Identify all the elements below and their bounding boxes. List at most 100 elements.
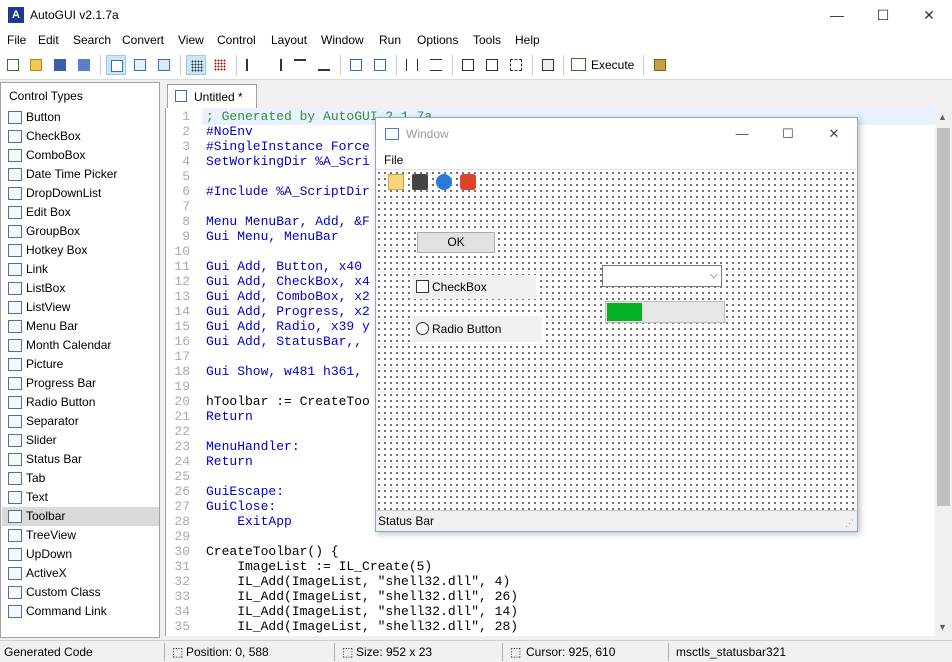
control-type-item[interactable]: Text (2, 488, 159, 507)
space-horizontally-icon[interactable] (402, 55, 422, 75)
preview-menu-file[interactable]: File (384, 153, 403, 167)
scroll-down-icon[interactable]: ▼ (938, 622, 947, 632)
status-size-icon: ⬚ (342, 645, 354, 659)
power-icon[interactable] (460, 174, 476, 190)
control-type-item[interactable]: Progress Bar (2, 374, 159, 393)
line-number: 2 (182, 124, 190, 139)
control-type-item[interactable]: Picture (2, 355, 159, 374)
resize-grip-icon[interactable]: ⋰ (845, 518, 854, 529)
preview-maximize-button[interactable]: ☐ (765, 118, 811, 150)
make-same-size-icon[interactable] (506, 55, 526, 75)
line-number: 18 (174, 364, 190, 379)
document-icon (175, 90, 187, 102)
menu-edit[interactable]: Edit (38, 33, 59, 47)
menu-run[interactable]: Run (379, 33, 401, 47)
tab-untitled[interactable]: Untitled * (167, 84, 257, 108)
menu-convert[interactable]: Convert (122, 33, 164, 47)
settings-icon[interactable] (650, 55, 670, 75)
space-vertically-icon[interactable] (426, 55, 446, 75)
scroll-up-icon[interactable]: ▲ (938, 112, 947, 122)
make-same-height-icon[interactable] (482, 55, 502, 75)
execute-button[interactable]: Execute (569, 55, 635, 75)
line-number: 12 (174, 274, 190, 289)
preview-client-area[interactable]: OK CheckBox Radio Button ⌵ (376, 170, 857, 510)
grid-icon[interactable] (186, 55, 206, 75)
menu-search[interactable]: Search (73, 33, 111, 47)
control-type-label: Link (26, 262, 49, 276)
align-right-icon[interactable] (266, 55, 286, 75)
chevron-down-icon[interactable]: ⌵ (710, 269, 718, 282)
control-type-item[interactable]: Button (2, 108, 159, 127)
status-separator (334, 643, 335, 661)
control-type-item[interactable]: Link (2, 260, 159, 279)
window-props-icon[interactable] (154, 55, 174, 75)
control-type-item[interactable]: Command Link (2, 602, 159, 621)
globe-icon[interactable] (436, 174, 452, 190)
control-type-item[interactable]: TreeView (2, 526, 159, 545)
align-bottom-icon[interactable] (314, 55, 334, 75)
link-icon (8, 263, 22, 276)
control-type-item[interactable]: CheckBox (2, 127, 159, 146)
menu-window[interactable]: Window (321, 33, 364, 47)
control-type-item[interactable]: ListBox (2, 279, 159, 298)
tab-order-icon[interactable] (538, 55, 558, 75)
preview-close-button[interactable]: ✕ (811, 118, 857, 150)
menu-tools[interactable]: Tools (473, 33, 501, 47)
save-all-icon[interactable] (74, 55, 94, 75)
editor-scrollbar[interactable]: ▲ ▼ (935, 108, 952, 636)
line-number: 31 (174, 559, 190, 574)
code-line: Gui Add, Radio, x39 y (206, 319, 370, 334)
menu-help[interactable]: Help (515, 33, 540, 47)
gui-preview-window[interactable]: Window — ☐ ✕ File OK CheckBox Radio Butt… (375, 117, 858, 532)
align-left-icon[interactable] (242, 55, 262, 75)
control-type-item[interactable]: Radio Button (2, 393, 159, 412)
control-type-item[interactable]: Toolbar (2, 507, 159, 526)
preview-checkbox[interactable]: CheckBox (412, 275, 536, 299)
form-designer-icon[interactable] (106, 55, 126, 75)
center-vertically-icon[interactable] (370, 55, 390, 75)
menu-file[interactable]: File (7, 33, 26, 47)
center-horizontally-icon[interactable] (346, 55, 366, 75)
control-type-item[interactable]: Separator (2, 412, 159, 431)
code-line: MenuHandler: (206, 439, 300, 454)
checkbox-box[interactable] (416, 280, 429, 293)
minimize-button[interactable]: — (814, 0, 860, 30)
control-type-item[interactable]: ActiveX (2, 564, 159, 583)
new-file-icon[interactable] (3, 55, 23, 75)
control-type-item[interactable]: Status Bar (2, 450, 159, 469)
control-type-item[interactable]: Date Time Picker (2, 165, 159, 184)
preview-titlebar[interactable]: Window — ☐ ✕ (376, 118, 857, 150)
scrollbar-thumb[interactable] (937, 128, 950, 506)
add-window-icon[interactable] (130, 55, 150, 75)
radio-circle[interactable] (416, 322, 429, 335)
control-type-item[interactable]: Edit Box (2, 203, 159, 222)
folder-icon[interactable] (388, 174, 404, 190)
menu-view[interactable]: View (178, 33, 204, 47)
make-same-width-icon[interactable] (458, 55, 478, 75)
menu-layout[interactable]: Layout (271, 33, 307, 47)
control-type-item[interactable]: Hotkey Box (2, 241, 159, 260)
control-type-item[interactable]: Month Calendar (2, 336, 159, 355)
align-top-icon[interactable] (290, 55, 310, 75)
open-folder-icon[interactable] (26, 55, 46, 75)
control-type-item[interactable]: ListView (2, 298, 159, 317)
close-button[interactable]: ✕ (906, 0, 952, 30)
preview-radio-button[interactable]: Radio Button (412, 316, 542, 342)
save-icon[interactable] (50, 55, 70, 75)
preview-ok-button[interactable]: OK (417, 232, 495, 253)
drive-icon[interactable] (412, 174, 428, 190)
control-type-item[interactable]: UpDown (2, 545, 159, 564)
control-type-item[interactable]: Custom Class (2, 583, 159, 602)
control-type-item[interactable]: Menu Bar (2, 317, 159, 336)
maximize-button[interactable]: ☐ (860, 0, 906, 30)
menu-control[interactable]: Control (217, 33, 256, 47)
control-type-item[interactable]: DropDownList (2, 184, 159, 203)
menu-options[interactable]: Options (417, 33, 458, 47)
control-type-item[interactable]: Tab (2, 469, 159, 488)
control-type-item[interactable]: Slider (2, 431, 159, 450)
snap-grid-icon[interactable] (210, 55, 230, 75)
control-type-item[interactable]: GroupBox (2, 222, 159, 241)
preview-minimize-button[interactable]: — (719, 118, 765, 150)
preview-combobox[interactable]: ⌵ (602, 265, 722, 287)
control-type-item[interactable]: ComboBox (2, 146, 159, 165)
